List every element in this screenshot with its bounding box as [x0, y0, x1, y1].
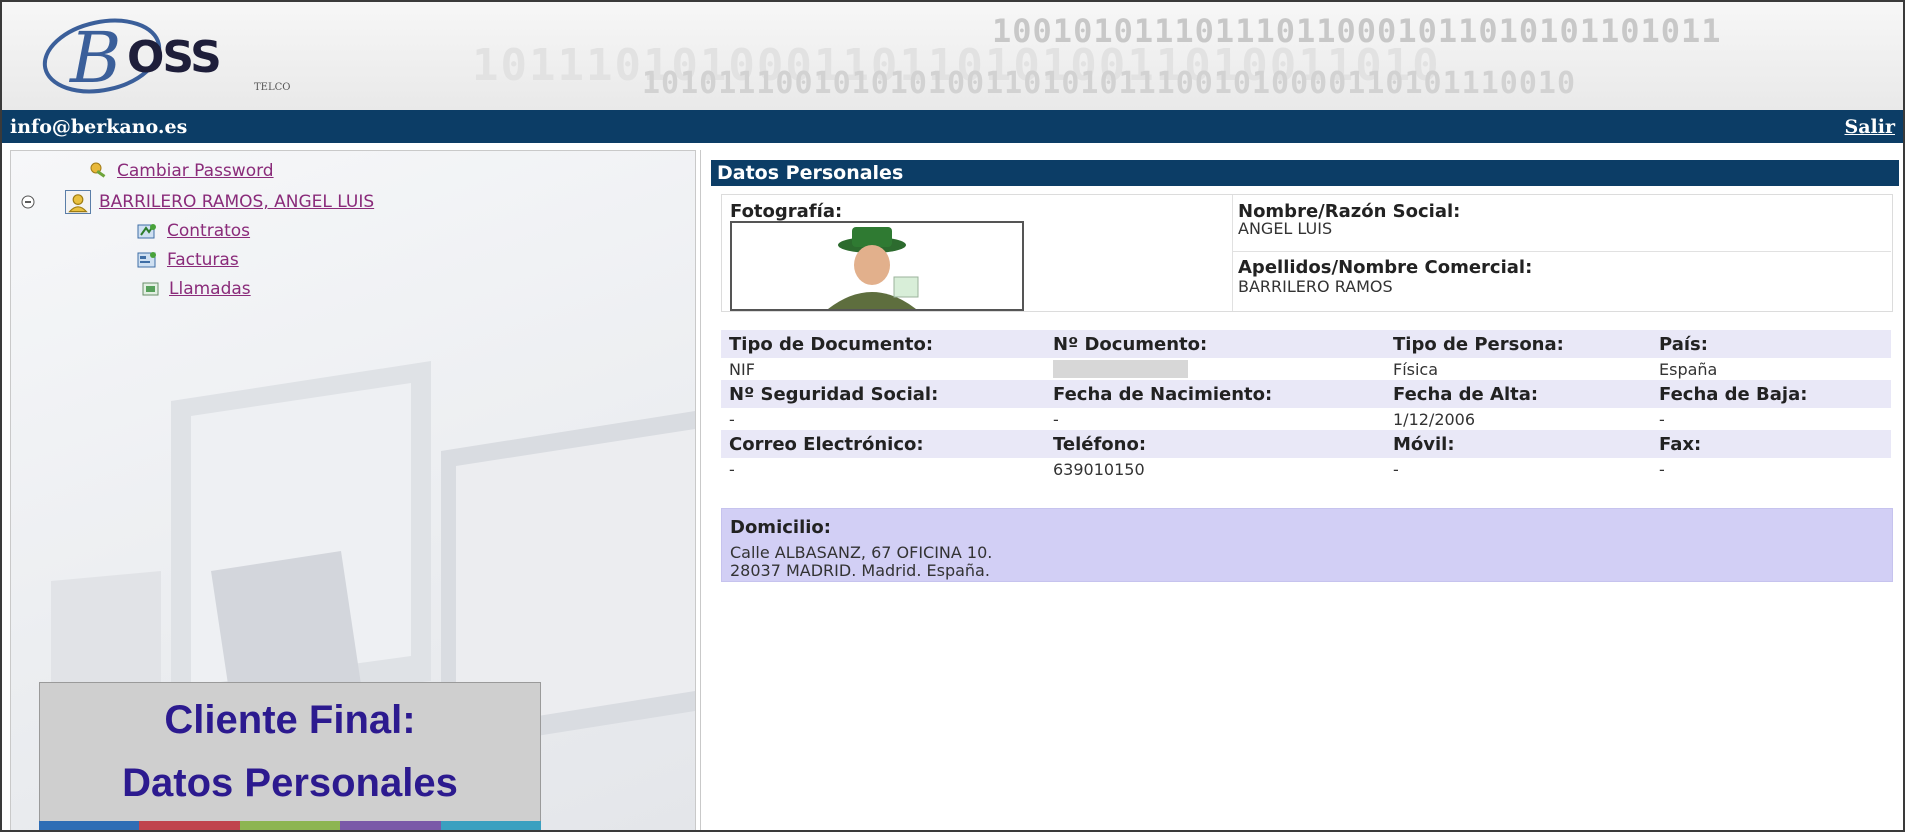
contracts-link[interactable]: Contratos	[167, 221, 250, 241]
stripe-blue	[39, 821, 140, 830]
surname-label: Apellidos/Nombre Comercial:	[1238, 257, 1533, 278]
address-label: Domicilio:	[730, 517, 831, 538]
tree-item-change-password[interactable]: Cambiar Password	[89, 161, 274, 181]
details-panel: Datos Personales Fotografía: Nombre/Razó…	[700, 150, 1903, 830]
email-label: Correo Electrónico:	[729, 434, 924, 455]
contracts-icon	[137, 224, 156, 239]
person-type-value: Física	[1393, 360, 1439, 379]
doc-number-redacted	[1053, 360, 1188, 378]
identity-box: Fotografía: Nombre/Razón Social: ANGEL L…	[721, 194, 1893, 312]
user-email: info@berkano.es	[10, 116, 188, 138]
client-photo	[730, 221, 1024, 311]
tree-item-contratos[interactable]: Contratos	[135, 221, 250, 241]
logo-mark: B OSS TELCO	[42, 17, 290, 99]
address-line-1: Calle ALBASANZ, 67 OFICINA 10.	[730, 543, 993, 562]
svg-text:B: B	[68, 17, 121, 96]
person-type-label: Tipo de Persona:	[1393, 334, 1564, 355]
grid-value-row	[721, 408, 1891, 430]
mobile-value: -	[1393, 460, 1399, 479]
stripe-red	[139, 821, 240, 830]
fax-value: -	[1659, 460, 1665, 479]
name-value: ANGEL LUIS	[1238, 219, 1333, 238]
stripe-purple	[340, 821, 441, 830]
header-banner: 1011101010001101101010011010011010 10010…	[2, 2, 1903, 111]
country-value: España	[1659, 360, 1718, 379]
divider	[1232, 195, 1233, 311]
invoices-icon	[137, 252, 156, 268]
tree-item-client[interactable]: BARRILERO RAMOS, ANGEL LUIS	[21, 190, 374, 214]
calls-icon	[142, 282, 159, 296]
calls-link[interactable]: Llamadas	[169, 279, 251, 299]
caption-line-1: Cliente Final:	[164, 698, 416, 742]
country-label: País:	[1659, 334, 1708, 355]
address-line-2: 28037 MADRID. Madrid. España.	[730, 561, 990, 580]
doc-number-label: Nº Documento:	[1053, 334, 1208, 355]
binary-decoration: 100101011101110110001011010101101011	[992, 12, 1722, 50]
stripe-cyan	[440, 821, 542, 830]
app-window: 1011101010001101101010011010011010 10010…	[2, 2, 1903, 830]
caption-line-2: Datos Personales	[122, 761, 458, 805]
svg-text:OSS: OSS	[127, 32, 220, 83]
signup-date-value: 1/12/2006	[1393, 410, 1476, 429]
doc-type-value: NIF	[729, 360, 755, 379]
address-box: Domicilio: Calle ALBASANZ, 67 OFICINA 10…	[721, 508, 1893, 582]
signup-date-label: Fecha de Alta:	[1393, 384, 1539, 405]
cancel-date-value: -	[1659, 410, 1665, 429]
boss-telco-logo: B OSS TELCO	[32, 16, 322, 99]
binary-decoration: 1010111001010101001101010111001010000110…	[642, 66, 1577, 101]
tree-item-llamadas[interactable]: Llamadas	[141, 279, 251, 299]
invoices-link[interactable]: Facturas	[167, 250, 239, 270]
social-security-label: Nº Seguridad Social:	[729, 384, 939, 405]
mobile-label: Móvil:	[1393, 434, 1455, 455]
color-stripes	[39, 821, 542, 830]
client-photo-image	[732, 223, 1022, 309]
keys-icon	[90, 162, 106, 178]
slide-caption: Cliente Final: Datos Personales	[39, 682, 541, 830]
section-title: Datos Personales	[711, 160, 1899, 186]
phone-label: Teléfono:	[1053, 434, 1147, 455]
client-name-link[interactable]: BARRILERO RAMOS, ANGEL LUIS	[99, 192, 374, 212]
surname-value: BARRILERO RAMOS	[1238, 277, 1393, 296]
birth-date-label: Fecha de Nacimiento:	[1053, 384, 1273, 405]
cancel-date-label: Fecha de Baja:	[1659, 384, 1808, 405]
tree-item-facturas[interactable]: Facturas	[135, 250, 239, 270]
doc-type-label: Tipo de Documento:	[729, 334, 934, 355]
social-security-value: -	[729, 410, 735, 429]
logout-link[interactable]: Salir	[1845, 116, 1895, 138]
phone-value: 639010150	[1053, 460, 1145, 479]
stripe-green	[239, 821, 341, 830]
navigation-panel: Cambiar Password BARRILERO RAMOS, ANGEL …	[10, 150, 696, 830]
email-value: -	[729, 460, 735, 479]
photo-label: Fotografía:	[730, 201, 843, 222]
divider	[1233, 251, 1891, 252]
grid-value-row	[721, 458, 1891, 480]
change-password-link[interactable]: Cambiar Password	[117, 161, 274, 181]
fax-label: Fax:	[1659, 434, 1702, 455]
birth-date-value: -	[1053, 410, 1059, 429]
user-bar: info@berkano.es Salir	[2, 110, 1903, 143]
svg-text:TELCO: TELCO	[254, 82, 290, 93]
user-icon	[65, 190, 91, 214]
collapse-icon[interactable]	[21, 195, 35, 209]
